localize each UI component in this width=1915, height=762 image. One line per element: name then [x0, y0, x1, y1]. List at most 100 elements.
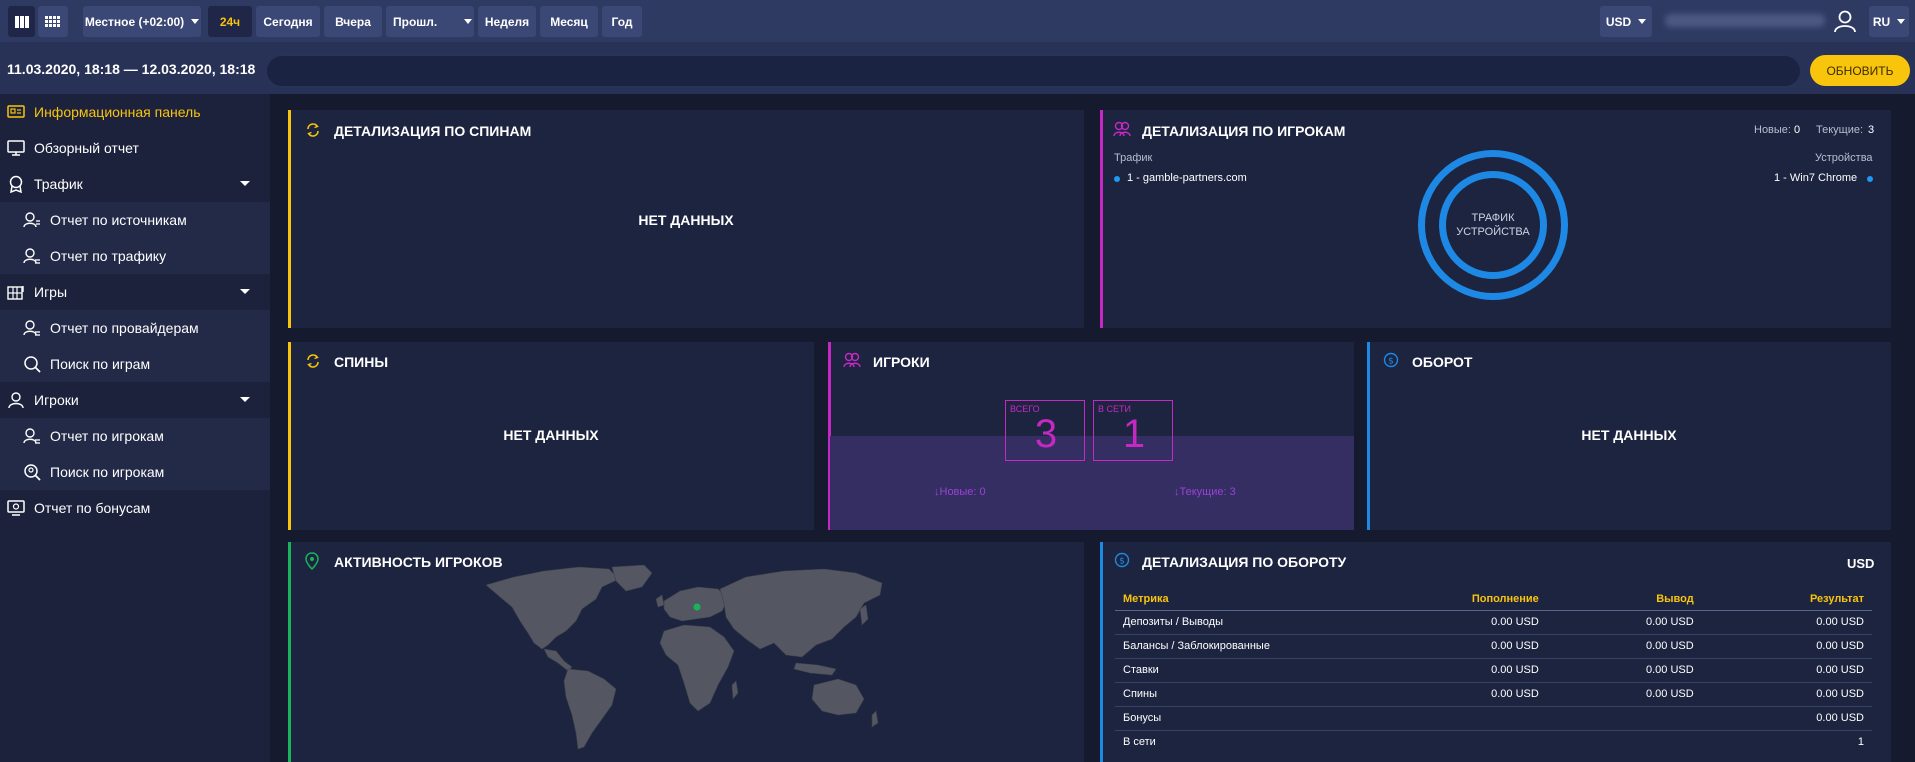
device-item: 1 - Win7 Chrome: [1774, 172, 1858, 184]
period-yesterday-button[interactable]: Вчера: [324, 6, 382, 37]
new-players-value: 0: [1794, 124, 1801, 136]
table-cell: [1345, 706, 1547, 731]
period-week-button[interactable]: Неделя: [478, 6, 536, 37]
column-header: Результат: [1701, 588, 1872, 611]
total-players-value: 3: [1034, 412, 1058, 456]
table-cell: В сети: [1123, 736, 1156, 749]
period-today-button[interactable]: Сегодня: [256, 6, 320, 37]
sidebar-item-label: Отчет по игрокам: [50, 428, 164, 444]
sidebar-item-player-search[interactable]: Поиск по игрокам: [0, 454, 270, 490]
sidebar-item-label: Игры: [34, 284, 68, 300]
grid-view-icon[interactable]: [38, 6, 68, 37]
sidebar-item-traffic[interactable]: Трафик: [0, 166, 270, 202]
refresh-button[interactable]: ОБНОВИТЬ: [1810, 55, 1910, 86]
table-cell: 0.00 USD: [1345, 610, 1547, 635]
column-header: Пополнение: [1345, 588, 1547, 611]
period-label: Месяц: [550, 14, 588, 29]
column-header: Метрика: [1115, 588, 1345, 611]
panel-title: ДЕТАЛИЗАЦИЯ ПО ИГРОКАМ: [1142, 123, 1346, 139]
currency-label: USD: [1605, 14, 1632, 29]
table-cell: 0.00 USD: [1701, 634, 1872, 659]
sidebar-item-dashboard[interactable]: Информационная панель: [0, 94, 270, 130]
timezone-label: Местное (+02:00): [84, 14, 185, 29]
period-year-button[interactable]: Год: [602, 6, 642, 37]
continent-africa: [659, 624, 735, 712]
table-cell: [1345, 730, 1547, 754]
panel-title: ОБОРОТ: [1412, 354, 1473, 370]
table-row: Балансы / Заблокированные 0.00 USD 0.00 …: [1115, 634, 1872, 659]
sidebar-item-providers-report[interactable]: Отчет по провайдерам: [0, 310, 270, 346]
period-month-button[interactable]: Месяц: [540, 6, 598, 37]
no-data-label: НЕТ ДАННЫХ: [503, 427, 599, 443]
panel-title: ДЕТАЛИЗАЦИЯ ПО СПИНАМ: [334, 123, 532, 139]
chevron-down-icon: [240, 181, 250, 186]
period-label: 24ч: [219, 14, 241, 29]
table-row: Бонусы 0.00 USD: [1115, 706, 1872, 731]
table-cell: Балансы / Заблокированные: [1115, 634, 1345, 659]
sidebar-item-label: Отчет по бонусам: [34, 500, 151, 516]
panel-title: ИГРОКИ: [873, 354, 930, 370]
table-cell: 0.00 USD: [1345, 658, 1547, 683]
sidebar-item-players[interactable]: Игроки: [0, 382, 270, 418]
period-label: Неделя: [484, 14, 530, 29]
sidebar-item-label: Поиск по игрокам: [50, 464, 165, 480]
panel-title: ДЕТАЛИЗАЦИЯ ПО ОБОРОТУ: [1142, 554, 1347, 570]
user-list-icon: [23, 319, 41, 337]
continent-central-america: [543, 648, 573, 672]
sidebar-item-sources-report[interactable]: Отчет по источникам: [0, 202, 270, 238]
sidebar-item-bonus-report[interactable]: Отчет по бонусам: [0, 490, 270, 526]
table-cell: 0.00 USD: [1345, 634, 1547, 659]
sidebar-item-label: Поиск по играм: [50, 356, 151, 372]
user-search-icon: [23, 463, 41, 481]
user-email: [1665, 14, 1825, 27]
legend-dot: [1114, 176, 1120, 182]
currency-select[interactable]: USD: [1600, 6, 1652, 37]
chevron-down-icon: [1638, 19, 1647, 24]
sidebar-item-players-report[interactable]: Отчет по игрокам: [0, 418, 270, 454]
new-players-footer: ↓Новые: 0: [934, 486, 986, 498]
turnover-panel: $ ОБОРОТ НЕТ ДАННЫХ: [1367, 342, 1891, 530]
dashboard-icon: [7, 103, 25, 121]
activity-marker: [693, 603, 701, 611]
new-players-label: Новые:: [1754, 124, 1791, 136]
sidebar-item-label: Отчет по провайдерам: [50, 320, 199, 336]
table-cell: 0.00 USD: [1701, 706, 1872, 731]
ring-label-line: УСТРОЙСТВА: [1456, 226, 1530, 238]
panel-accent-bar: [288, 542, 291, 762]
sidebar-item-label: Обзорный отчет: [34, 140, 139, 156]
continent-indonesia: [793, 662, 837, 676]
continent-new-zealand: [871, 710, 879, 728]
panel-accent-bar: [1100, 110, 1103, 328]
users-icon: [843, 352, 861, 368]
table-row: Ставки 0.00 USD 0.00 USD 0.00 USD: [1115, 658, 1872, 683]
sidebar: Информационная панель Обзорный отчет Тра…: [0, 94, 270, 762]
panel-title: СПИНЫ: [334, 354, 389, 370]
user-list-icon: [23, 427, 41, 445]
sidebar-item-games[interactable]: Игры: [0, 274, 270, 310]
user-card-icon: [7, 391, 25, 409]
language-label: RU: [1872, 14, 1891, 29]
sidebar-item-label: Игроки: [34, 392, 79, 408]
sidebar-item-label: Информационная панель: [34, 104, 201, 120]
search-input[interactable]: [266, 55, 1801, 87]
dollar-icon: $: [1114, 552, 1130, 568]
language-select[interactable]: RU: [1869, 6, 1909, 37]
period-24h-button[interactable]: 24ч: [208, 6, 252, 37]
continent-japan: [859, 604, 869, 626]
columns-view-icon[interactable]: [8, 6, 35, 37]
no-data-label: НЕТ ДАННЫХ: [638, 212, 734, 228]
continent-uk: [655, 594, 665, 608]
table-cell: 1: [1857, 736, 1864, 749]
legend-dot: [1867, 176, 1873, 182]
chevron-down-icon: [240, 289, 250, 294]
sidebar-item-overview[interactable]: Обзорный отчет: [0, 130, 270, 166]
timezone-select[interactable]: Местное (+02:00): [83, 6, 201, 37]
sidebar-item-game-search[interactable]: Поиск по играм: [0, 346, 270, 382]
sidebar-item-traffic-report[interactable]: Отчет по трафику: [0, 238, 270, 274]
spin-detail-panel: ДЕТАЛИЗАЦИЯ ПО СПИНАМ НЕТ ДАННЫХ: [288, 110, 1084, 328]
user-icon[interactable]: [1833, 9, 1857, 33]
period-previous-select[interactable]: Прошл.: [386, 6, 474, 37]
sidebar-item-label: Отчет по источникам: [50, 212, 187, 228]
slot-machine-icon: [7, 283, 25, 301]
traffic-item: 1 - gamble-partners.com: [1127, 172, 1247, 184]
